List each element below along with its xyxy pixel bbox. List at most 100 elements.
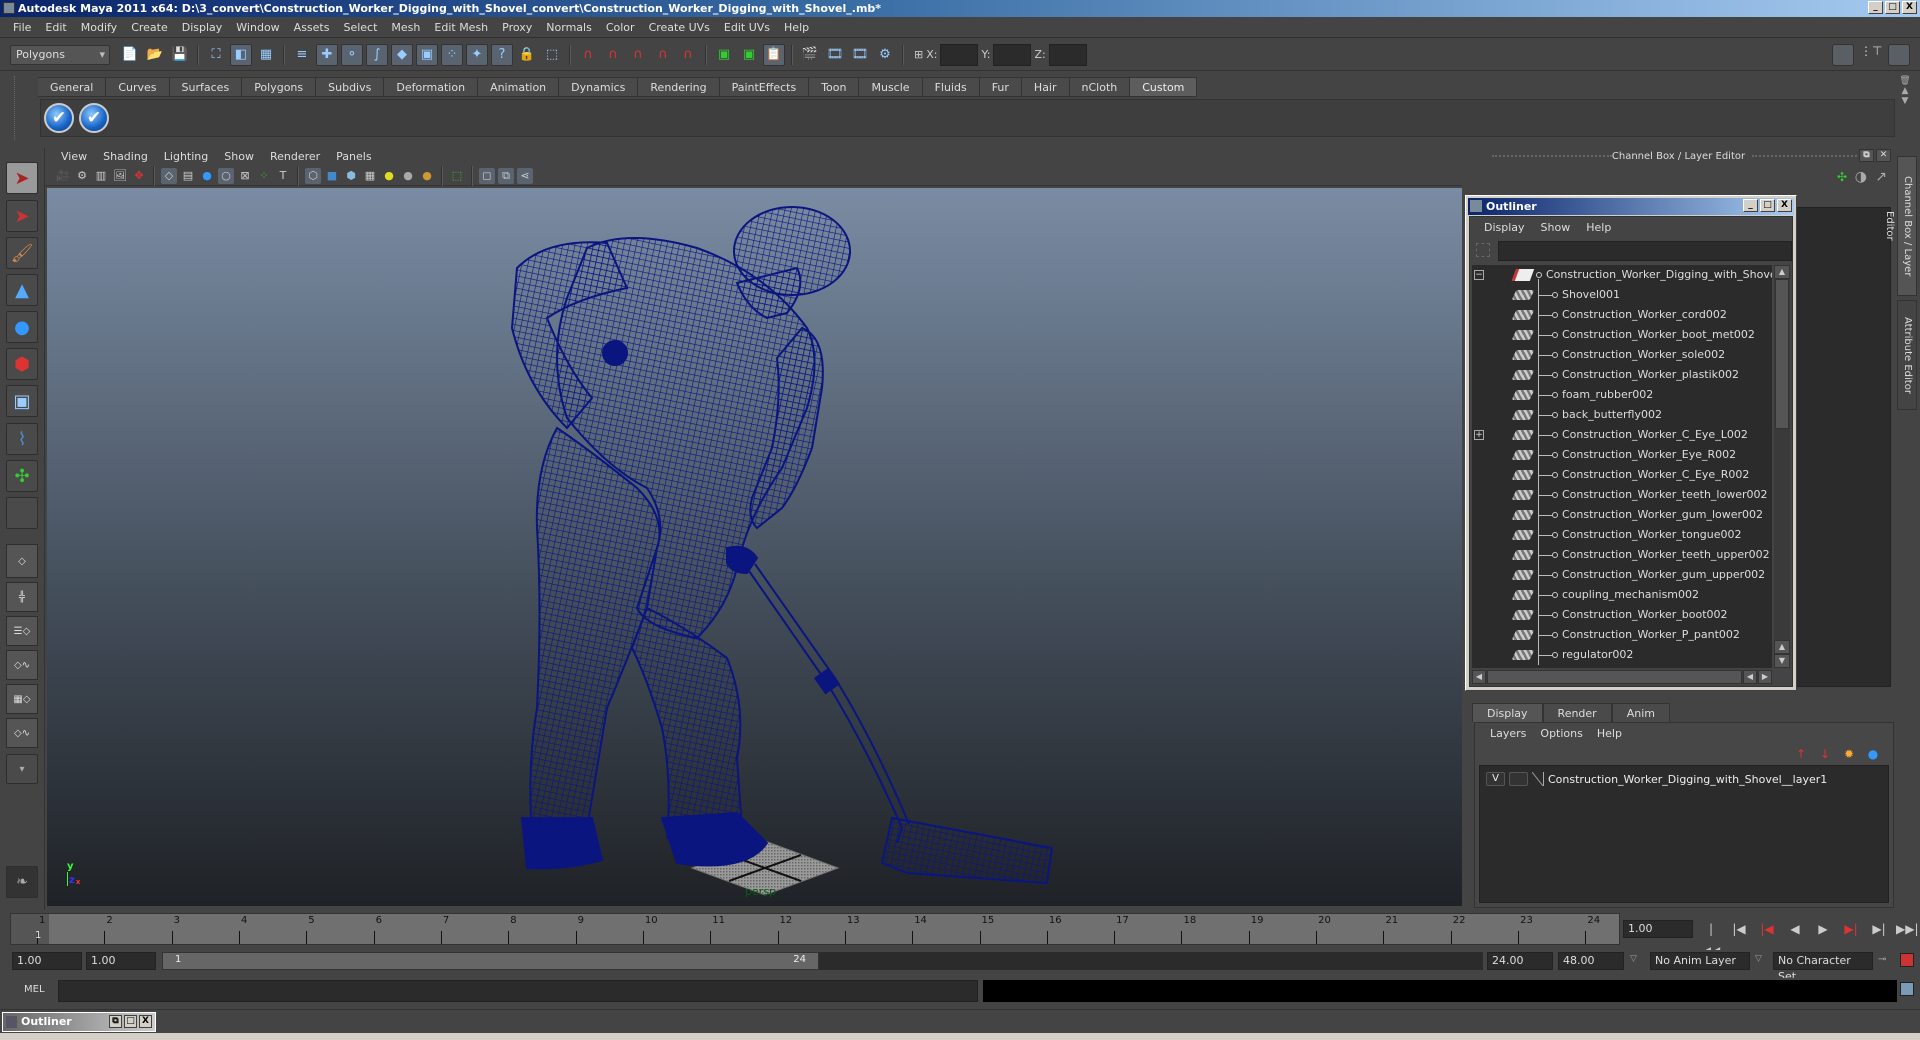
vertical-scrollbar[interactable]: ▲ ▲ ▼ xyxy=(1774,265,1790,668)
menu-assets[interactable]: Assets xyxy=(287,21,337,34)
anim-layer-dropdown-icon[interactable]: ▽ xyxy=(1630,954,1637,964)
speed-icon[interactable]: ◑ xyxy=(1855,169,1867,185)
minimize-button[interactable]: _ xyxy=(1868,1,1883,14)
resolution-gate-icon[interactable]: ● xyxy=(199,168,215,184)
default-lighting-icon[interactable]: ● xyxy=(381,168,397,184)
shelf-tab-curves[interactable]: Curves xyxy=(106,77,170,96)
wireframe-on-shaded-icon[interactable]: ⬢ xyxy=(343,168,359,184)
select-misc-icon[interactable]: ? xyxy=(491,43,513,66)
safe-action-icon[interactable]: ⁘ xyxy=(256,168,272,184)
panel-grip[interactable] xyxy=(1752,155,1872,158)
play-backwards-icon[interactable]: ◀ xyxy=(1784,918,1806,940)
all-lights-icon[interactable]: ● xyxy=(400,168,416,184)
image-plane-icon[interactable]: 🖼 xyxy=(112,168,128,184)
outliner-persp-layout-icon[interactable]: ☰◇ xyxy=(6,616,38,646)
field-chart-icon[interactable]: ⊠ xyxy=(237,168,253,184)
menu-create[interactable]: Create xyxy=(124,21,175,34)
step-forward-frame-icon[interactable]: ▶| xyxy=(1868,918,1890,940)
outliner-item[interactable]: back_butterfly002 xyxy=(1472,405,1772,425)
bookmarks-icon[interactable]: ▥ xyxy=(93,168,109,184)
layer-tab-display[interactable]: Display xyxy=(1472,703,1543,722)
snap-to-grids-icon[interactable]: ∩ xyxy=(577,44,599,66)
layer-menu-layers[interactable]: Layers xyxy=(1483,727,1533,740)
smooth-shade-icon[interactable]: ■ xyxy=(324,168,340,184)
highlight-selection-icon[interactable]: ⬚ xyxy=(541,44,563,66)
outliner-menu-help[interactable]: Help xyxy=(1578,221,1619,234)
select-handles-icon[interactable]: ✚ xyxy=(316,43,338,66)
shelf-tab-ncloth[interactable]: nCloth xyxy=(1069,77,1131,96)
checkmark-icon[interactable]: ✔ xyxy=(79,103,109,133)
outliner-item[interactable]: Construction_Worker_gum_upper002 xyxy=(1472,565,1772,585)
create-empty-layer-icon[interactable]: ✹ xyxy=(1841,747,1857,761)
ipr-render-icon[interactable]: 🎞 xyxy=(849,44,871,66)
script-editor-icon[interactable] xyxy=(1900,982,1914,996)
go-to-start-icon[interactable]: |◀◀ xyxy=(1700,918,1722,958)
show-manipulator-icon[interactable]: ✣ xyxy=(6,460,38,492)
construction-history-icon[interactable]: 📋 xyxy=(763,43,785,66)
shelf-handle[interactable] xyxy=(14,76,30,140)
input-connections-icon[interactable]: ▣ xyxy=(713,44,735,66)
menu-file[interactable]: File xyxy=(6,21,38,34)
shelf-tab-animation[interactable]: Animation xyxy=(478,77,560,96)
menu-create-uvs[interactable]: Create UVs xyxy=(642,21,717,34)
select-joints-icon[interactable]: ⚬ xyxy=(341,43,363,66)
attribute-editor-toggle-icon[interactable] xyxy=(1832,44,1854,66)
checkmark-icon[interactable]: ✔ xyxy=(44,103,74,133)
layout-options-icon[interactable]: ▾ xyxy=(6,754,38,784)
outliner-item[interactable]: Construction_Worker_teeth_upper002 xyxy=(1472,545,1772,565)
panel-menu-panels[interactable]: Panels xyxy=(328,150,379,163)
render-settings-icon[interactable]: ⚙ xyxy=(874,44,896,66)
universal-manipulator-icon[interactable]: ▣ xyxy=(6,385,38,417)
command-language-label[interactable]: MEL xyxy=(24,984,45,995)
create-layer-from-selected-icon[interactable]: ● xyxy=(1865,747,1881,761)
shelf-tab-dynamics[interactable]: Dynamics xyxy=(559,77,639,96)
layer-row[interactable]: V Construction_Worker_Digging_with_Shove… xyxy=(1486,772,1827,786)
animation-preferences-icon[interactable] xyxy=(1900,953,1914,967)
outliner-item[interactable]: Construction_Worker_plastik002 xyxy=(1472,365,1772,385)
select-by-hierarchy-icon[interactable]: ⛶ xyxy=(205,44,227,66)
panel-menu-lighting[interactable]: Lighting xyxy=(156,150,216,163)
open-scene-icon[interactable]: 📂 xyxy=(144,44,166,66)
collapse-icon[interactable]: − xyxy=(1474,270,1484,280)
selection-mask-icon[interactable]: ≡ xyxy=(291,44,313,66)
character-set-field[interactable]: No Character Set xyxy=(1773,952,1873,983)
panel-menu-show[interactable]: Show xyxy=(216,150,262,163)
select-by-object-icon[interactable]: ◧ xyxy=(230,43,252,66)
tab-attribute-editor[interactable]: Attribute Editor xyxy=(1897,300,1917,410)
shadows-icon[interactable]: ● xyxy=(419,168,435,184)
menu-select[interactable]: Select xyxy=(336,21,384,34)
scale-tool-icon[interactable]: ⬢ xyxy=(6,348,38,380)
menu-modify[interactable]: Modify xyxy=(74,21,124,34)
share-icon[interactable]: ⋖ xyxy=(517,167,533,184)
safe-title-icon[interactable]: T xyxy=(275,168,291,184)
outliner-item[interactable]: Construction_Worker_cord002 xyxy=(1472,305,1772,325)
maximize-button[interactable]: □ xyxy=(124,1015,137,1028)
outliner-item[interactable]: Construction_Worker_boot002 xyxy=(1472,605,1772,625)
close-button[interactable]: X xyxy=(1902,1,1917,14)
outliner-item[interactable]: coupling_mechanism002 xyxy=(1472,585,1772,605)
shelf-tab-surfaces[interactable]: Surfaces xyxy=(169,77,243,96)
horizontal-scrollbar[interactable]: ◀ ◀ ▶ xyxy=(1472,670,1772,684)
auto-key-icon[interactable]: ⊸ xyxy=(1878,954,1886,965)
menu-color[interactable]: Color xyxy=(599,21,642,34)
outliner-title-bar[interactable]: Outliner _ □ X xyxy=(1468,198,1794,215)
last-tool-slot[interactable] xyxy=(6,497,38,529)
minimize-button[interactable]: _ xyxy=(1743,199,1758,212)
y-field[interactable] xyxy=(993,43,1032,66)
film-gate-icon[interactable]: ▤ xyxy=(180,168,196,184)
grid-icon[interactable]: ◇ xyxy=(161,167,177,184)
scroll-down-button[interactable]: ▼ xyxy=(1774,654,1790,668)
minimized-outliner-window[interactable]: Outliner ⧉ □ X xyxy=(2,1012,156,1032)
character-set-dropdown-icon[interactable]: ▽ xyxy=(1755,954,1762,964)
close-button[interactable]: X xyxy=(139,1015,152,1028)
panel-menu-shading[interactable]: Shading xyxy=(95,150,156,163)
persp-outliner-graph-layout-icon[interactable]: ◇∿ xyxy=(6,718,38,748)
range-track[interactable] xyxy=(819,952,1483,970)
lasso-tool-icon[interactable]: ➤ xyxy=(6,200,38,232)
snap-to-curves-icon[interactable]: ∩ xyxy=(602,44,624,66)
z-field[interactable] xyxy=(1048,43,1087,66)
shelf-tab-toon[interactable]: Toon xyxy=(809,77,860,96)
panel-menu-view[interactable]: View xyxy=(53,150,95,163)
select-surfaces-icon[interactable]: ◆ xyxy=(391,43,413,66)
close-button[interactable]: X xyxy=(1777,199,1792,212)
